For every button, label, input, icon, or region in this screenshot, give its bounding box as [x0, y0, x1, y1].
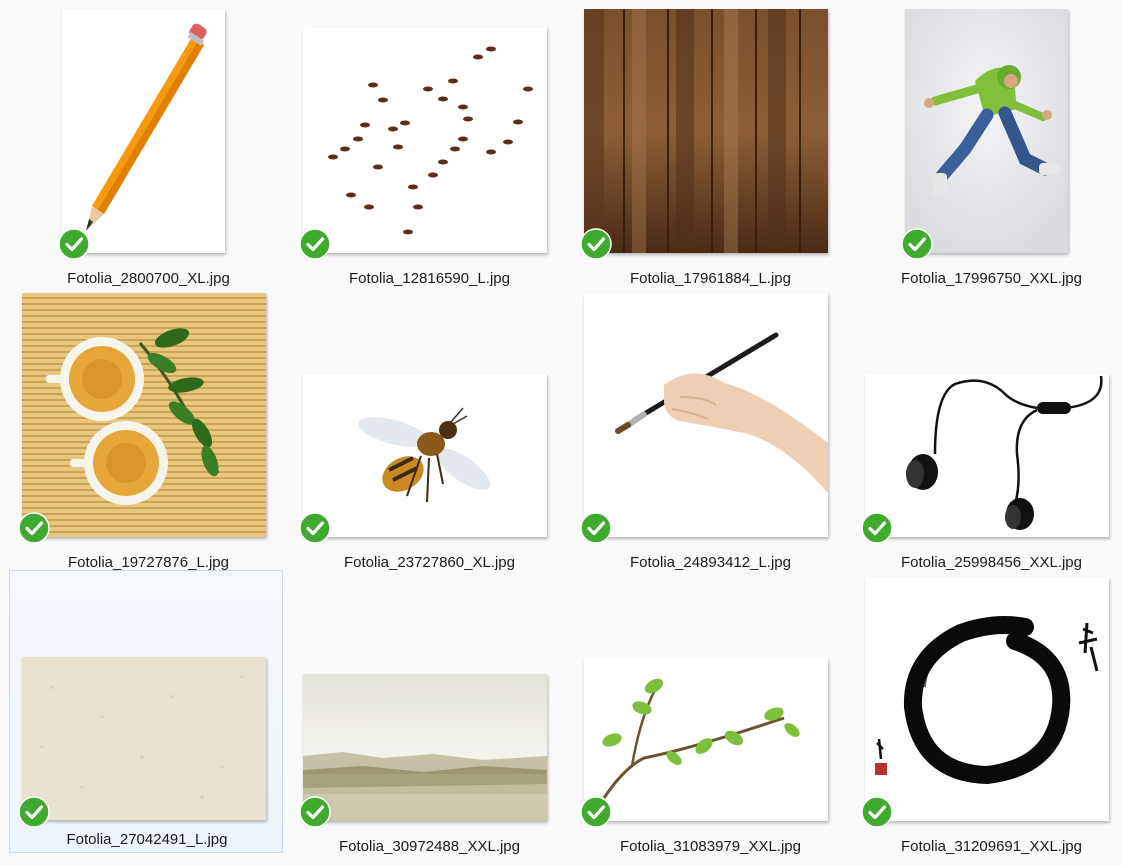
- misty-landscape-image-icon: [303, 674, 547, 821]
- check-icon: [18, 796, 50, 828]
- file-name: Fotolia_24893412_L.jpg: [630, 554, 791, 571]
- check-icon: [18, 512, 50, 544]
- file-item[interactable]: Fotolia_12816590_L.jpg: [289, 7, 570, 290]
- file-name: Fotolia_19727876_L.jpg: [68, 554, 229, 571]
- file-name: Fotolia_31083979_XXL.jpg: [620, 838, 801, 855]
- check-icon: [580, 512, 612, 544]
- check-icon: [901, 228, 933, 260]
- paper-texture-image-icon: [22, 657, 266, 820]
- earphones-image-icon: [865, 374, 1109, 537]
- file-name: Fotolia_30972488_XXL.jpg: [339, 838, 520, 855]
- check-icon: [861, 796, 893, 828]
- file-name: Fotolia_25998456_XXL.jpg: [901, 554, 1082, 571]
- file-name: Fotolia_12816590_L.jpg: [349, 270, 510, 287]
- file-item-selected[interactable]: Fotolia_27042491_L.jpg: [9, 570, 283, 853]
- check-icon: [580, 228, 612, 260]
- file-item[interactable]: Fotolia_30972488_XXL.jpg: [289, 575, 570, 858]
- file-name: Fotolia_27042491_L.jpg: [66, 831, 228, 848]
- check-icon: [299, 228, 331, 260]
- file-item[interactable]: Fotolia_2800700_XL.jpg: [8, 7, 289, 290]
- file-item[interactable]: Fotolia_31209691_XXL.jpg: [851, 575, 1122, 858]
- check-icon: [58, 228, 90, 260]
- check-icon: [299, 512, 331, 544]
- file-name: Fotolia_17996750_XXL.jpg: [901, 270, 1082, 287]
- file-item[interactable]: Fotolia_24893412_L.jpg: [570, 291, 851, 574]
- check-icon: [861, 512, 893, 544]
- check-icon: [299, 796, 331, 828]
- file-name: Fotolia_2800700_XL.jpg: [67, 270, 230, 287]
- file-item[interactable]: Fotolia_31083979_XXL.jpg: [570, 575, 851, 858]
- file-item[interactable]: Fotolia_23727860_XL.jpg: [289, 291, 570, 574]
- jumping-man-image-icon: [905, 9, 1068, 253]
- file-item[interactable]: Fotolia_17996750_XXL.jpg: [851, 7, 1122, 290]
- file-name: Fotolia_17961884_L.jpg: [630, 270, 791, 287]
- file-item[interactable]: Fotolia_17961884_L.jpg: [570, 7, 851, 290]
- pencil-image-icon: [62, 9, 225, 253]
- hand-brush-image-icon: [584, 293, 828, 537]
- file-item[interactable]: Fotolia_25998456_XXL.jpg: [851, 291, 1122, 574]
- ants-image-icon: [303, 27, 547, 253]
- file-name: Fotolia_31209691_XXL.jpg: [901, 838, 1082, 855]
- file-name: Fotolia_23727860_XL.jpg: [344, 554, 515, 571]
- file-item[interactable]: Fotolia_19727876_L.jpg: [8, 291, 289, 574]
- enso-circle-image-icon: [865, 577, 1109, 821]
- check-icon: [580, 796, 612, 828]
- wood-planks-image-icon: [584, 9, 828, 253]
- tea-cups-image-icon: [22, 293, 266, 537]
- green-branch-image-icon: [584, 658, 828, 821]
- bee-image-icon: [303, 374, 547, 537]
